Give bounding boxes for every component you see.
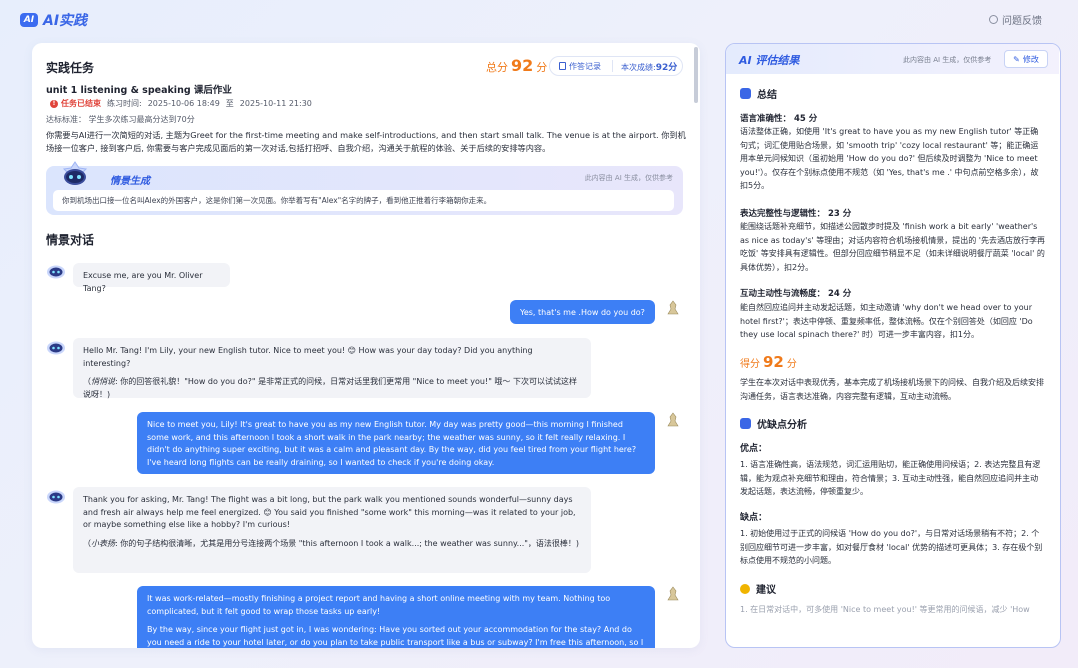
message-text: Excuse me, are you Mr. Oliver Tang?: [83, 271, 203, 293]
suggestion-heading: 建议: [740, 581, 776, 596]
message-text-2: By the way, since your flight just got i…: [147, 625, 644, 647]
message-user-3: It was work-related—mostly finishing a p…: [137, 586, 655, 648]
current-score: 本次成绩:92分: [613, 60, 677, 73]
current-score-label: 本次成绩:: [621, 62, 656, 72]
user-avatar-icon: [667, 300, 679, 315]
coach-label: 小表扬: [91, 538, 115, 548]
pros-text: 1. 语言准确性高，语法规范，词汇运用贴切，能正确使用问候语；2. 表达完整且有…: [740, 460, 1041, 496]
final-score-suffix: 分: [786, 359, 797, 370]
criterion-title: 语言准确性： 45 分: [740, 114, 818, 124]
suggestion-title: 建议: [756, 585, 776, 596]
analysis-title: 优缺点分析: [757, 420, 807, 431]
edit-label: 修改: [1022, 54, 1039, 64]
message-bot-3: Thank you for asking, Mr. Tang! The flig…: [73, 487, 591, 573]
criterion-title: 表达完整性与逻辑性： 23 分: [740, 209, 852, 219]
answer-record-label: 作答记录: [569, 61, 601, 71]
feedback-label: 问题反馈: [1002, 16, 1042, 27]
suggestion-text: 1. 在日常对话中，可多使用 'Nice to meet you!' 等更常用的…: [740, 605, 1030, 614]
status-badge: ! 任务已结束: [50, 98, 101, 109]
task-description: 你需要与AI进行一次简短的对话, 主题为Greet for the first-…: [46, 130, 686, 153]
criterion-body: 语法整体正确，如使用 'It's great to have you as my…: [740, 127, 1039, 190]
message-user-2: Nice to meet you, Lily! It's great to ha…: [137, 412, 655, 474]
evaluation-title: AI 评估结果: [739, 54, 800, 67]
total-score-value: 92: [511, 56, 534, 75]
scene-card: 情景生成 此内容由 AI 生成，仅供参考 你到机场出口接一位名叫Alex的外国客…: [46, 161, 683, 215]
lightbulb-icon: [740, 583, 750, 594]
answer-record-button[interactable]: 作答记录: [550, 61, 612, 72]
coach-text: : 你的句子结构很清晰，尤其是用分号连接两个场景 "this afternoon…: [115, 538, 580, 548]
criterion-body: 能自然回应追问并主动发起话题，如主动邀请 'why don't we head …: [740, 303, 1033, 339]
record-pill: 作答记录 本次成绩:92分: [549, 56, 683, 76]
total-score-prefix: 总分: [486, 61, 508, 74]
practice-panel: 实践任务 总分 92 分 作答记录 本次成绩:92分 unit 1 listen…: [32, 43, 700, 648]
message-bot-2: Hello Mr. Tang! I'm Lily, your new Engli…: [73, 338, 591, 399]
time-to: 至: [225, 99, 234, 108]
scrollbar[interactable]: [694, 47, 698, 103]
message-text: Thank you for asking, Mr. Tang! The flig…: [83, 495, 576, 529]
cons-label: 缺点：: [740, 513, 768, 523]
pros-label: 优点：: [740, 444, 768, 454]
warning-icon: !: [50, 99, 58, 108]
logo-badge: AI: [20, 13, 38, 27]
message-text: Yes, that's me .How do you do?: [520, 308, 645, 317]
pencil-icon: ✎: [1013, 54, 1020, 64]
scene-text: 你到机场出口接一位名叫Alex的外国客户，这是你们第一次见面。你举着写有"Ale…: [53, 190, 674, 211]
analysis-heading: 优缺点分析: [740, 416, 807, 431]
final-score-prefix: 得分: [740, 359, 760, 370]
cons-text: 1. 初始使用过于正式的问候语 'How do you do?'，与日常对话场景…: [740, 529, 1043, 565]
edit-button[interactable]: ✎ 修改: [1004, 50, 1048, 68]
criterion-body: 能围绕话题补充细节，如描述公园散步时提及 'finish work a bit …: [740, 222, 1045, 272]
evaluation-panel: AI 评估结果 此内容由 AI 生成，仅供参考 ✎ 修改 总结 语言准确性： 4…: [725, 43, 1061, 648]
top-bar: AI AI实践 问题反馈: [0, 0, 1078, 40]
bot-avatar-icon: [47, 265, 65, 279]
message-text: It was work-related—mostly finishing a p…: [147, 594, 611, 616]
status-row: ! 任务已结束 练习时间: 2025-10-06 18:49 至 2025-10…: [50, 98, 312, 109]
final-score: 得分 92 分: [740, 353, 797, 371]
evaluation-header: AI 评估结果 此内容由 AI 生成，仅供参考 ✎ 修改: [726, 44, 1059, 74]
coach-tip: （悄悄说: 你的回答很礼貌！"How do you do?" 是非常正式的问候，…: [83, 377, 577, 399]
feedback-link[interactable]: 问题反馈: [989, 12, 1042, 27]
final-score-value: 92: [763, 353, 784, 371]
coach-tip: （小表扬: 你的句子结构很清晰，尤其是用分号连接两个场景 "this after…: [83, 538, 580, 548]
message-text: Nice to meet you, Lily! It's great to ha…: [147, 420, 637, 467]
feedback-icon: [989, 15, 998, 24]
status-text: 任务已结束: [61, 99, 101, 108]
message-text: Hello Mr. Tang! I'm Lily, your new Engli…: [83, 346, 533, 368]
total-score-suffix: 分: [536, 61, 548, 74]
app-logo[interactable]: AI AI实践: [20, 10, 87, 30]
coach-label: 悄悄说: [91, 377, 115, 386]
bot-avatar-icon: [47, 490, 65, 504]
document-icon: [559, 62, 566, 70]
bot-avatar-icon: [47, 341, 65, 355]
robot-mascot-icon: [62, 161, 88, 185]
final-comment: 学生在本次对话中表现优秀，基本完成了机场接机场景下的问候、自我介绍及后续安排沟通…: [740, 378, 1044, 401]
scene-label: 情景生成: [110, 176, 150, 187]
user-avatar-icon: [667, 586, 679, 601]
summary-title: 总结: [757, 90, 777, 101]
section-title: 实践任务: [46, 61, 95, 75]
message-bot-1: Excuse me, are you Mr. Oliver Tang?: [73, 263, 230, 293]
coach-text: : 你的回答很礼貌！"How do you do?" 是非常正式的问候，日常对话…: [83, 377, 577, 399]
total-score: 总分 92 分: [486, 56, 547, 75]
time-label: 练习时间:: [107, 99, 142, 108]
current-score-value: 92分: [655, 62, 678, 73]
homework-title: unit 1 listening & speaking 课后作业: [46, 85, 232, 96]
criterion-title: 互动主动性与流畅度： 24 分: [740, 289, 852, 299]
pass-standard: 达标标准： 学生多次练习最高分达到70分: [46, 115, 195, 124]
time-start: 2025-10-06 18:49: [147, 99, 220, 108]
logo-text: AI实践: [43, 13, 88, 29]
analysis-icon: [740, 418, 751, 429]
time-end: 2025-10-11 21:30: [239, 99, 312, 108]
user-avatar-icon: [667, 412, 679, 427]
evaluation-ai-note: 此内容由 AI 生成，仅供参考: [903, 56, 992, 64]
message-user-1: Yes, that's me .How do you do?: [510, 300, 655, 324]
summary-icon: [740, 88, 751, 99]
dialog-title: 情景对话: [46, 233, 95, 247]
scene-ai-note: 此内容由 AI 生成，仅供参考: [584, 174, 673, 182]
summary-heading: 总结: [740, 86, 777, 101]
